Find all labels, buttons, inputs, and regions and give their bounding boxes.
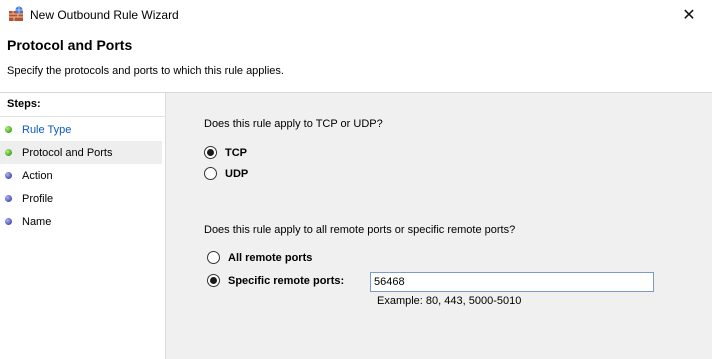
step-label: Name: [22, 215, 52, 228]
main-content: Does this rule apply to TCP or UDP? TCP …: [167, 93, 712, 359]
udp-radio-option[interactable]: UDP: [204, 167, 248, 180]
udp-radio[interactable]: [204, 167, 217, 180]
step-profile[interactable]: Profile: [0, 187, 162, 210]
tcp-radio-option[interactable]: TCP: [204, 146, 247, 159]
step-label: Action: [22, 169, 53, 182]
all-ports-radio[interactable]: [207, 251, 220, 264]
protocol-question: Does this rule apply to TCP or UDP?: [204, 118, 383, 130]
step-complete-icon: [5, 149, 12, 156]
specific-ports-label: Specific remote ports:: [228, 274, 345, 287]
step-pending-icon: [5, 195, 12, 202]
window-title: New Outbound Rule Wizard: [30, 8, 179, 22]
ports-example-hint: Example: 80, 443, 5000-5010: [377, 295, 522, 307]
step-pending-icon: [5, 218, 12, 225]
all-ports-label: All remote ports: [228, 251, 313, 264]
page-title: Protocol and Ports: [7, 37, 133, 53]
title-bar: New Outbound Rule Wizard ✕: [0, 0, 712, 30]
step-pending-icon: [5, 172, 12, 179]
wizard-header: Protocol and Ports Specify the protocols…: [0, 30, 712, 92]
step-label: Profile: [22, 192, 54, 205]
step-name[interactable]: Name: [0, 210, 162, 233]
specific-ports-radio[interactable]: [207, 274, 220, 287]
steps-heading: Steps:: [7, 98, 41, 110]
step-label: Protocol and Ports: [22, 146, 113, 159]
tcp-label: TCP: [225, 146, 247, 159]
specific-ports-radio-option[interactable]: Specific remote ports:: [207, 274, 344, 287]
step-label: Rule Type: [22, 123, 72, 136]
step-rule-type[interactable]: Rule Type: [0, 118, 162, 141]
close-button[interactable]: ✕: [666, 0, 712, 30]
steps-divider: [0, 116, 166, 117]
udp-label: UDP: [225, 167, 249, 180]
page-subtitle: Specify the protocols and ports to which…: [7, 65, 284, 77]
remote-ports-input[interactable]: [370, 272, 654, 292]
all-ports-radio-option[interactable]: All remote ports: [207, 251, 312, 264]
firewall-icon: [8, 6, 24, 22]
step-protocol-and-ports[interactable]: Protocol and Ports: [0, 141, 162, 164]
tcp-radio[interactable]: [204, 146, 217, 159]
steps-panel: Steps: Rule Type Protocol and Ports Acti…: [0, 93, 166, 359]
step-action[interactable]: Action: [0, 164, 162, 187]
step-complete-icon: [5, 126, 12, 133]
ports-question: Does this rule apply to all remote ports…: [204, 224, 516, 236]
